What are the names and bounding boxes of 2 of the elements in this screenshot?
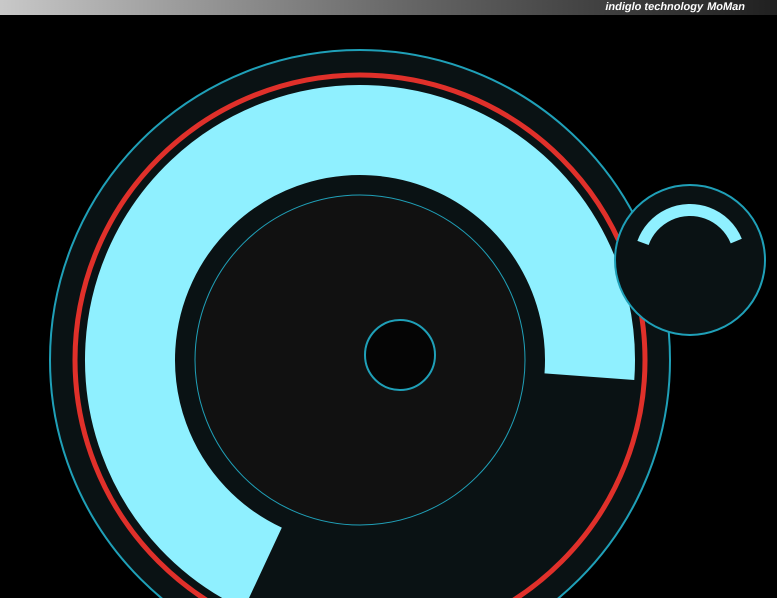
tagline: indiglo technology (605, 2, 704, 13)
brand-logo: MoMan (707, 2, 745, 13)
